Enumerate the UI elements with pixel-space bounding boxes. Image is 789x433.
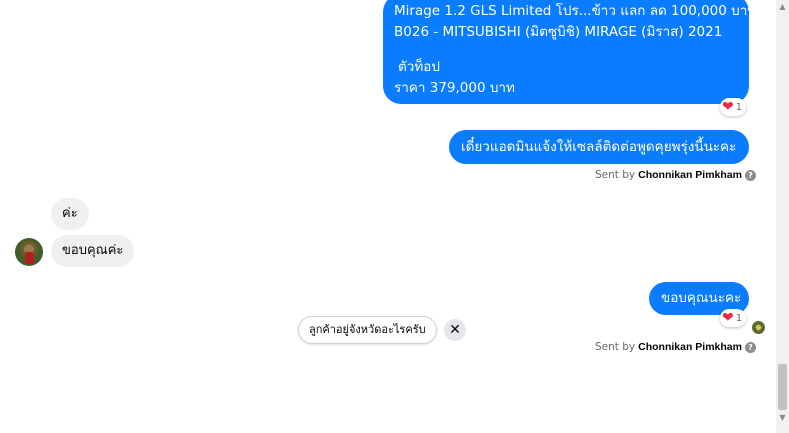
heart-icon: ❤ xyxy=(722,99,734,115)
sent-by-prefix: Sent by xyxy=(595,169,636,181)
customer-avatar[interactable] xyxy=(15,238,43,266)
message-thread: Mirage 1.2 GLS Limited โปร...ข้าว แลก ลด… xyxy=(0,0,776,433)
quick-reply-chip[interactable]: ลูกค้าอยู่จังหวัดอะไรครับ xyxy=(298,316,437,344)
admin-notify-message[interactable]: เดี๋ยวแอดมินแจ้งให้เซลล์ติดต่อพูดคุยพรุ่… xyxy=(449,130,749,164)
close-icon[interactable]: ✕ xyxy=(444,319,466,341)
scroll-down-arrow-icon[interactable]: ▼ xyxy=(776,411,789,424)
scrollbar-thumb[interactable] xyxy=(778,364,787,410)
sender-name: Chonnikan Pimkham xyxy=(638,341,742,353)
admin-notify-text: เดี๋ยวแอดมินแจ้งให้เซลล์ติดต่อพูดคุยพรุ่… xyxy=(461,139,737,155)
scroll-up-arrow-icon[interactable]: ▲ xyxy=(776,0,789,13)
message-reaction[interactable]: ❤ 1 xyxy=(720,98,747,116)
listing-line-3 xyxy=(394,43,738,57)
reaction-count: 1 xyxy=(735,101,743,113)
listing-line-4: ตัวท็อป xyxy=(398,59,440,75)
listing-line-2: B026 - MITSUBISHI (มิตซูบิชิ) MIRAGE (มิ… xyxy=(394,24,723,40)
message-reaction[interactable]: ❤ 1 xyxy=(720,309,747,327)
customer-message-text: ค่ะ xyxy=(62,206,78,221)
sender-name: Chonnikan Pimkham xyxy=(638,169,742,181)
customer-message[interactable]: ขอบคุณค่ะ xyxy=(51,235,135,267)
question-icon[interactable]: ? xyxy=(744,169,756,181)
sent-by-label: Sent by Chonnikan Pimkham ? xyxy=(595,341,756,353)
reaction-count: 1 xyxy=(735,312,743,324)
scrollbar[interactable]: ▲ ▼ xyxy=(776,0,789,433)
quick-reply-label: ลูกค้าอยู่จังหวัดอะไรครับ xyxy=(309,323,426,336)
sent-by-label: Sent by Chonnikan Pimkham ? xyxy=(595,169,756,181)
car-listing-message[interactable]: Mirage 1.2 GLS Limited โปร...ข้าว แลก ลด… xyxy=(383,0,757,104)
question-icon[interactable]: ? xyxy=(744,341,756,353)
heart-icon: ❤ xyxy=(722,310,734,326)
customer-message[interactable]: ค่ะ xyxy=(51,198,89,230)
seen-avatar xyxy=(752,321,765,334)
customer-message-text: ขอบคุณค่ะ xyxy=(62,243,124,258)
listing-line-5: ราคา 379,000 บาท xyxy=(394,80,515,96)
thanks-message-text: ขอบคุณนะคะ xyxy=(661,290,742,306)
close-symbol: ✕ xyxy=(449,322,461,338)
sent-by-prefix: Sent by xyxy=(595,341,636,353)
listing-line-1: Mirage 1.2 GLS Limited โปร...ข้าว แลก ลด… xyxy=(394,3,757,19)
